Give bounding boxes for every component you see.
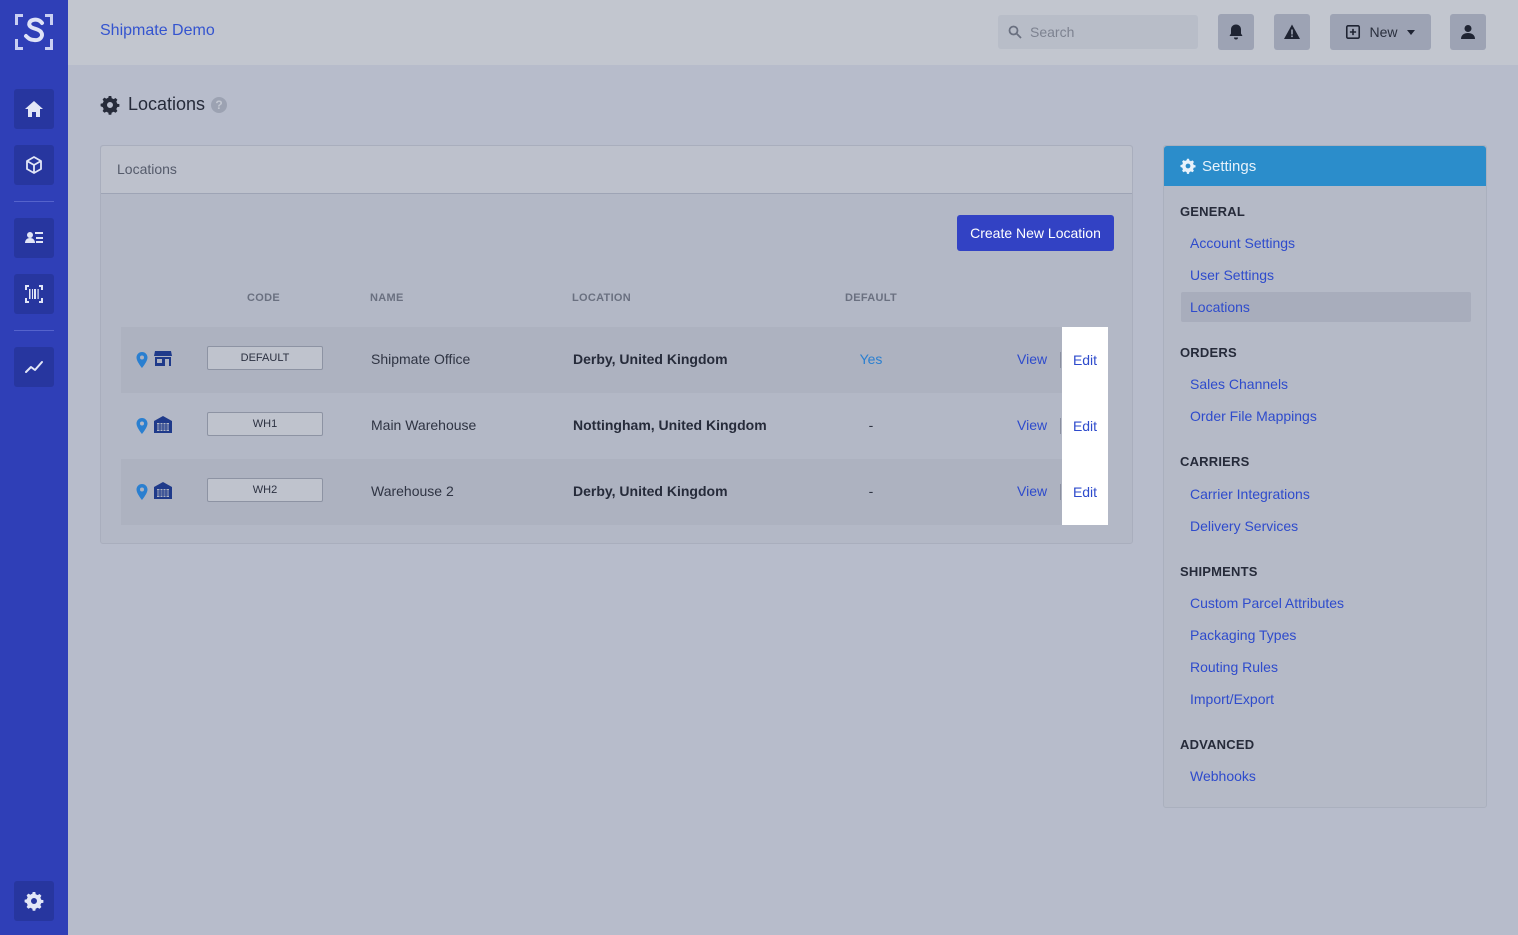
search-box[interactable]	[998, 15, 1198, 49]
products-nav-button[interactable]	[14, 145, 54, 185]
warning-icon	[1284, 24, 1300, 39]
plus-square-icon	[1346, 24, 1361, 40]
default-status: Yes	[859, 351, 883, 367]
view-link[interactable]: View	[1017, 351, 1047, 367]
section-title-shipments: SHIPMENTS	[1180, 564, 1258, 579]
page-title: Locations	[128, 94, 206, 114]
edit-cell: Edit	[1062, 459, 1108, 525]
location-address: Nottingham, United Kingdom	[573, 417, 767, 433]
table-row: DEFAULT Shipmate Office Derby, United Ki…	[121, 327, 1108, 393]
settings-title: Settings	[1202, 157, 1257, 175]
card-header: Locations	[101, 146, 1132, 194]
nav-user-settings[interactable]: User Settings	[1190, 267, 1274, 283]
home-nav-button[interactable]	[14, 89, 54, 129]
section-title-advanced: ADVANCED	[1180, 737, 1255, 752]
gear-icon	[24, 892, 44, 911]
column-header-code: CODE	[247, 292, 280, 304]
nav-carrier-integrations[interactable]: Carrier Integrations	[1190, 486, 1310, 502]
nav-sales-channels[interactable]: Sales Channels	[1190, 376, 1288, 392]
default-status: -	[868, 483, 874, 499]
nav-account-settings[interactable]: Account Settings	[1190, 235, 1295, 251]
location-address: Derby, United Kingdom	[573, 351, 728, 367]
gear-icon	[1180, 158, 1196, 174]
sidebar-divider	[14, 330, 54, 331]
warehouse-icon	[154, 416, 172, 433]
help-icon[interactable]: ?	[211, 96, 228, 113]
location-name: Shipmate Office	[371, 351, 471, 367]
notifications-button[interactable]	[1218, 14, 1254, 50]
user-menu-button[interactable]	[1450, 14, 1486, 50]
edit-link[interactable]: Edit	[1073, 484, 1097, 500]
table-row: WH1 Main Warehouse Nottingham, United Ki…	[121, 393, 1108, 459]
location-name: Warehouse 2	[371, 483, 454, 499]
locations-card: Locations Create New Location CODE NAME …	[100, 145, 1133, 544]
store-icon	[154, 351, 172, 366]
column-header-default: DEFAULT	[845, 292, 898, 304]
location-name: Main Warehouse	[371, 417, 477, 433]
settings-panel-header: Settings	[1164, 146, 1486, 186]
location-code: WH2	[207, 478, 323, 502]
gear-icon	[100, 95, 120, 115]
view-link[interactable]: View	[1017, 483, 1047, 499]
nav-webhooks[interactable]: Webhooks	[1190, 768, 1256, 784]
search-icon	[1008, 25, 1022, 39]
app-title-link[interactable]: Shipmate Demo	[100, 22, 215, 40]
edit-cell: Edit	[1062, 327, 1108, 393]
top-bar: Shipmate Demo New	[68, 0, 1518, 65]
new-dropdown-button[interactable]: New	[1330, 14, 1431, 50]
home-icon	[25, 101, 43, 117]
map-pin-icon	[136, 484, 148, 500]
trend-chart-icon	[25, 361, 43, 373]
contact-list-icon	[25, 232, 43, 243]
barcode-icon	[25, 285, 43, 303]
map-pin-icon	[136, 352, 148, 368]
edit-cell: Edit	[1062, 393, 1108, 459]
edit-link[interactable]: Edit	[1073, 352, 1097, 368]
nav-import-export[interactable]: Import/Export	[1190, 691, 1274, 707]
view-link[interactable]: View	[1017, 417, 1047, 433]
column-header-location: LOCATION	[572, 292, 632, 304]
sidebar-divider	[14, 201, 54, 202]
create-location-button[interactable]: Create New Location	[957, 215, 1114, 251]
settings-panel: Settings GENERAL Account Settings User S…	[1163, 145, 1487, 808]
nav-order-file-mappings[interactable]: Order File Mappings	[1190, 408, 1317, 424]
location-code: DEFAULT	[207, 346, 323, 370]
link-separator	[1060, 352, 1061, 368]
section-title-general: GENERAL	[1180, 204, 1245, 219]
alerts-button[interactable]	[1274, 14, 1310, 50]
nav-locations[interactable]: Locations	[1190, 299, 1250, 315]
analytics-nav-button[interactable]	[14, 347, 54, 387]
nav-routing-rules[interactable]: Routing Rules	[1190, 659, 1278, 675]
map-pin-icon	[136, 418, 148, 434]
sidebar	[0, 0, 68, 935]
section-title-orders: ORDERS	[1180, 345, 1237, 360]
nav-packaging-types[interactable]: Packaging Types	[1190, 627, 1296, 643]
contacts-nav-button[interactable]	[14, 218, 54, 258]
box-icon	[26, 156, 42, 174]
link-separator	[1060, 418, 1061, 434]
link-separator	[1060, 484, 1061, 500]
user-icon	[1461, 25, 1475, 39]
column-header-name: NAME	[370, 292, 404, 304]
page-title-row: Locations ?	[100, 94, 228, 115]
bell-icon	[1229, 24, 1243, 40]
nav-custom-parcel-attributes[interactable]: Custom Parcel Attributes	[1190, 595, 1344, 611]
settings-nav-button[interactable]	[14, 881, 54, 921]
default-status: -	[868, 417, 874, 433]
new-button-label: New	[1369, 24, 1398, 40]
edit-link[interactable]: Edit	[1073, 418, 1097, 434]
table-row: WH2 Warehouse 2 Derby, United Kingdom - …	[121, 459, 1108, 525]
location-code: WH1	[207, 412, 323, 436]
shipmate-logo[interactable]	[13, 12, 55, 52]
warehouse-icon	[154, 482, 172, 499]
section-title-carriers: CARRIERS	[1180, 454, 1250, 469]
nav-delivery-services[interactable]: Delivery Services	[1190, 518, 1298, 534]
caret-down-icon	[1406, 30, 1415, 35]
search-input[interactable]	[1030, 24, 1190, 40]
scan-nav-button[interactable]	[14, 274, 54, 314]
location-address: Derby, United Kingdom	[573, 483, 728, 499]
